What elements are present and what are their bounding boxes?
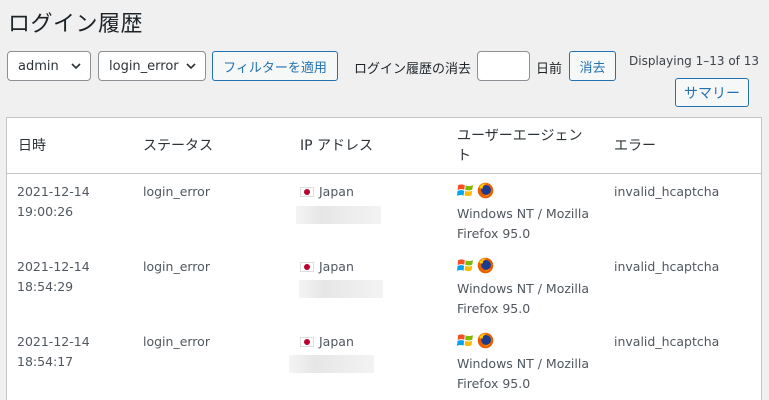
column-header-ip[interactable]: IP アドレス xyxy=(300,136,373,156)
user-select[interactable]: admin xyxy=(7,51,91,81)
useragent-line2: Firefox 95.0 xyxy=(457,376,531,391)
useragent-icons xyxy=(457,182,494,199)
status-cell: login_error xyxy=(143,184,210,199)
useragent-line1: Windows NT / Mozilla xyxy=(457,206,589,221)
japan-flag-icon xyxy=(300,187,314,197)
useragent-line1: Windows NT / Mozilla xyxy=(457,281,589,296)
date-text: 2021-12-14 xyxy=(17,259,90,274)
firefox-icon xyxy=(477,332,494,349)
error-cell: invalid_hcaptcha xyxy=(614,334,720,349)
date-text: 2021-12-14 xyxy=(17,334,90,349)
country-text: Japan xyxy=(319,259,354,274)
purge-label: ログイン履歴の消去 xyxy=(354,62,472,77)
column-header-error[interactable]: エラー xyxy=(614,136,656,156)
useragent-cell: Windows NT / Mozilla Firefox 95.0 xyxy=(457,279,589,319)
login-history-table: 日時 ステータス IP アドレス ユーザーエージェン ト エラー 2021-12… xyxy=(6,117,762,400)
time-text: 18:54:17 xyxy=(17,354,74,369)
table-row: 2021-12-14 18:54:17 login_error Japan Wi… xyxy=(7,332,761,400)
datetime-cell: 2021-12-14 18:54:17 xyxy=(17,332,90,372)
ip-address-redacted xyxy=(299,280,383,298)
table-header: 日時 ステータス IP アドレス ユーザーエージェン ト エラー xyxy=(7,118,761,174)
useragent-line2: Firefox 95.0 xyxy=(457,301,531,316)
firefox-icon xyxy=(477,182,494,199)
time-text: 19:00:26 xyxy=(17,204,74,219)
useragent-cell: Windows NT / Mozilla Firefox 95.0 xyxy=(457,354,589,394)
column-header-useragent[interactable]: ユーザーエージェン ト xyxy=(457,126,582,166)
column-header-datetime[interactable]: 日時 xyxy=(18,136,46,156)
windows-icon xyxy=(457,334,473,347)
summary-button[interactable]: サマリー xyxy=(675,78,749,107)
apply-filter-button[interactable]: フィルターを適用 xyxy=(212,51,338,81)
user-select-value: admin xyxy=(18,58,59,74)
useragent-icons xyxy=(457,257,494,274)
column-header-status[interactable]: ステータス xyxy=(143,136,213,156)
purge-button[interactable]: 消去 xyxy=(569,51,616,81)
status-cell: login_error xyxy=(143,259,210,274)
useragent-icons xyxy=(457,332,494,349)
status-select-value: login_error xyxy=(109,58,179,74)
country-text: Japan xyxy=(319,334,354,349)
error-cell: invalid_hcaptcha xyxy=(614,184,720,199)
useragent-line2: Firefox 95.0 xyxy=(457,226,531,241)
useragent-cell: Windows NT / Mozilla Firefox 95.0 xyxy=(457,204,589,244)
firefox-icon xyxy=(477,257,494,274)
column-header-useragent-line1: ユーザーエージェン xyxy=(457,128,583,144)
ip-cell: Japan xyxy=(300,257,354,277)
windows-icon xyxy=(457,259,473,272)
status-cell: login_error xyxy=(143,334,210,349)
ip-cell: Japan xyxy=(300,182,354,202)
chevron-down-icon xyxy=(186,63,196,70)
purge-days-unit: 日前 xyxy=(536,62,563,77)
ip-cell: Japan xyxy=(300,332,354,352)
japan-flag-icon xyxy=(300,337,314,347)
country-text: Japan xyxy=(319,184,354,199)
column-header-useragent-line2: ト xyxy=(457,148,471,164)
status-select[interactable]: login_error xyxy=(98,51,206,81)
useragent-line1: Windows NT / Mozilla xyxy=(457,356,589,371)
datetime-cell: 2021-12-14 18:54:29 xyxy=(17,257,90,297)
purge-days-input[interactable] xyxy=(477,51,530,81)
chevron-down-icon xyxy=(71,63,81,70)
page-title: ログイン履歴 xyxy=(8,12,144,37)
time-text: 18:54:29 xyxy=(17,279,74,294)
windows-icon xyxy=(457,184,473,197)
date-text: 2021-12-14 xyxy=(17,184,90,199)
displaying-count: Displaying 1–13 of 13 xyxy=(629,54,759,68)
error-cell: invalid_hcaptcha xyxy=(614,259,720,274)
japan-flag-icon xyxy=(300,262,314,272)
table-row: 2021-12-14 19:00:26 login_error Japan Wi… xyxy=(7,182,761,257)
ip-address-redacted xyxy=(289,355,374,373)
datetime-cell: 2021-12-14 19:00:26 xyxy=(17,182,90,222)
table-row: 2021-12-14 18:54:29 login_error Japan Wi… xyxy=(7,257,761,332)
ip-address-redacted xyxy=(296,206,381,224)
